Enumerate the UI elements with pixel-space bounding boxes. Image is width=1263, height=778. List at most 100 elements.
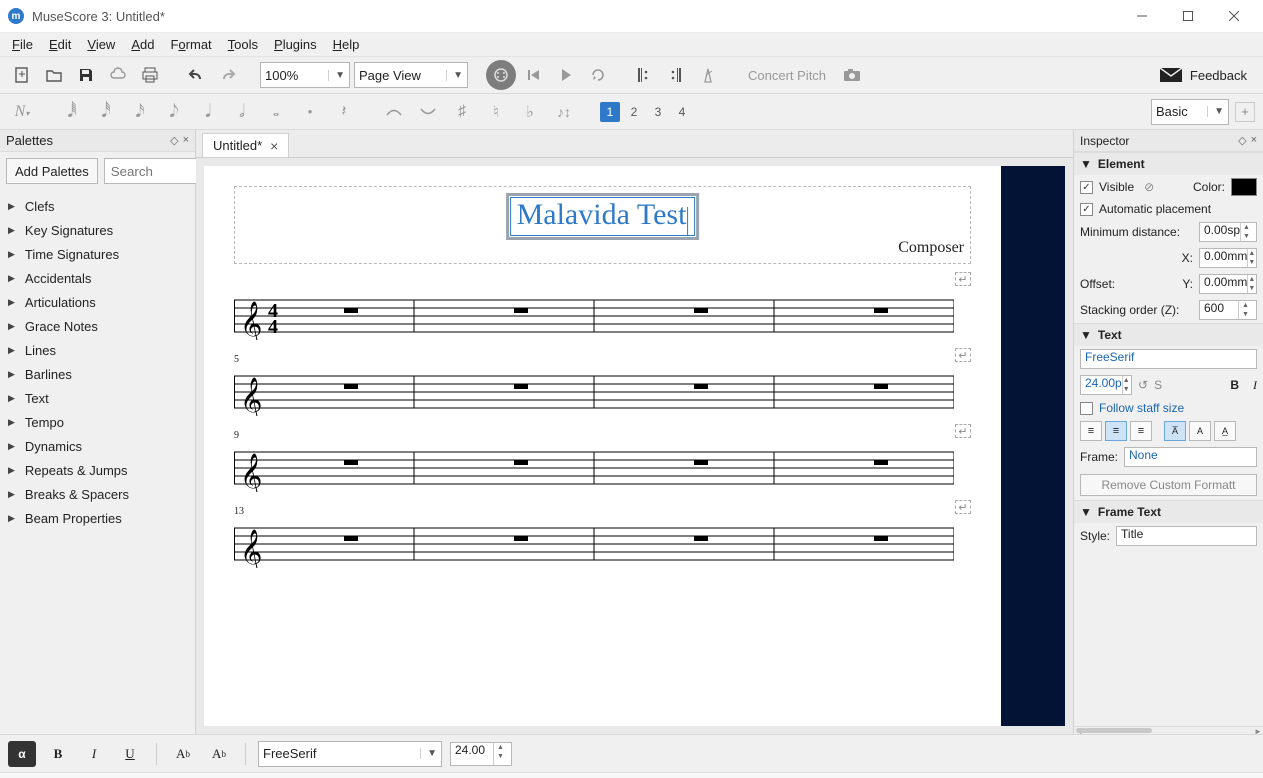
duration-64th[interactable]: 𝅘𝅥𝅱 [58,98,86,126]
new-score-button[interactable] [8,61,36,89]
system-break-icon[interactable]: ↵ [955,272,971,286]
bold-button[interactable]: B [44,741,72,767]
tie-button[interactable] [380,98,408,126]
system-break-icon[interactable]: ↵ [955,500,971,514]
metronome-button[interactable] [694,61,722,89]
close-panel-icon[interactable]: × [183,134,189,147]
concert-pitch-button[interactable]: Concert Pitch [740,68,834,83]
inspector-element-header[interactable]: ▼Element [1074,153,1263,175]
redo-button[interactable] [214,61,242,89]
system-break-icon[interactable]: ↵ [955,348,971,362]
menu-format[interactable]: Format [162,35,219,54]
frame-combo[interactable]: None [1124,447,1257,467]
palette-item[interactable]: ▶Barlines [0,362,195,386]
view-mode-combo[interactable]: Page View▼ [354,62,468,88]
reset-icon[interactable]: ⊘ [1144,180,1154,194]
offset-x-input[interactable]: 0.00mm▲▼ [1199,248,1257,268]
rest-button[interactable]: 𝄽 [330,98,358,126]
staff-system[interactable]: 5↵𝄞 [234,368,971,416]
title-edit-box[interactable]: Malavida Test [506,193,700,240]
zoom-combo[interactable]: 100%▼ [260,62,350,88]
text-size-input[interactable]: 24.00p▲▼ [1080,375,1132,395]
palette-item[interactable]: ▶Time Signatures [0,242,195,266]
min-distance-input[interactable]: 0.00sp▲▼ [1199,222,1257,242]
palette-item[interactable]: ▶Key Signatures [0,218,195,242]
add-workspace-button[interactable]: + [1235,102,1255,122]
add-palettes-button[interactable]: Add Palettes [6,158,98,184]
follow-staff-checkbox[interactable] [1080,402,1093,415]
natural-button[interactable]: ♮ [482,98,510,126]
edit-size-input[interactable]: 24.00▲▼ [450,742,512,766]
window-maximize-button[interactable] [1165,0,1211,32]
undock-icon[interactable]: ◇ [170,134,178,147]
staff-system[interactable]: 13↵𝄞 [234,520,971,568]
midi-button[interactable] [486,60,516,90]
underline-button[interactable]: U [116,741,144,767]
slur-button[interactable] [414,98,442,126]
document-tab[interactable]: Untitled* × [202,133,289,157]
palette-item[interactable]: ▶Tempo [0,410,195,434]
palette-item[interactable]: ▶Grace Notes [0,314,195,338]
repeat-start-button[interactable] [630,61,658,89]
menu-help[interactable]: Help [325,35,368,54]
align-left-button[interactable]: ≡ [1080,421,1102,441]
staff-system[interactable]: ↵𝄞44 [234,292,971,340]
palette-item[interactable]: ▶Dynamics [0,434,195,458]
palette-item[interactable]: ▶Text [0,386,195,410]
superscript-button[interactable]: Ab [205,741,233,767]
offset-y-input[interactable]: 0.00mm▲▼ [1199,274,1257,294]
palette-item[interactable]: ▶Repeats & Jumps [0,458,195,482]
italic-button[interactable]: I [1253,378,1257,393]
voice-1-button[interactable]: 1 [600,102,620,122]
save-button[interactable] [72,61,100,89]
duration-half[interactable]: 𝅗𝅥 [228,98,256,126]
staff-system[interactable]: 9↵𝄞 [234,444,971,492]
title-frame[interactable]: Malavida Test Composer [234,186,971,264]
close-tab-icon[interactable]: × [270,138,278,154]
voice-3-button[interactable]: 3 [648,102,668,122]
flip-button[interactable]: ♪↕ [550,98,578,126]
frametext-style-combo[interactable]: Title [1116,526,1257,546]
text-font-combo[interactable]: FreeSerif [1080,349,1257,369]
duration-32nd[interactable]: 𝅘𝅥𝅰 [92,98,120,126]
flat-button[interactable]: ♭ [516,98,544,126]
composer-text[interactable]: Composer [898,239,964,257]
style-s-button[interactable]: S [1154,378,1162,392]
valign-mid-button[interactable]: A [1189,421,1211,441]
remove-formatting-button[interactable]: Remove Custom Formatt [1080,474,1257,496]
close-panel-icon[interactable]: × [1251,134,1257,147]
palette-item[interactable]: ▶Beam Properties [0,506,195,530]
cloud-button[interactable] [104,61,132,89]
valign-top-button[interactable]: A̅ [1164,421,1186,441]
repeat-end-button[interactable] [662,61,690,89]
duration-16th[interactable]: 𝅘𝅥𝅯 [126,98,154,126]
open-button[interactable] [40,61,68,89]
inspector-hscrollbar[interactable]: ◄ ► [1074,726,1263,734]
voice-2-button[interactable]: 2 [624,102,644,122]
special-chars-button[interactable]: α [8,741,36,767]
inspector-text-header[interactable]: ▼Text [1074,324,1263,346]
palette-item[interactable]: ▶Lines [0,338,195,362]
stacking-input[interactable]: 600▲▼ [1199,300,1257,320]
palette-item[interactable]: ▶Clefs [0,194,195,218]
subscript-button[interactable]: Ab [169,741,197,767]
menu-tools[interactable]: Tools [220,35,266,54]
edit-font-combo[interactable]: FreeSerif▼ [258,741,442,767]
menu-plugins[interactable]: Plugins [266,35,325,54]
palette-item[interactable]: ▶Breaks & Spacers [0,482,195,506]
duration-8th[interactable]: 𝅘𝅥𝅮 [160,98,188,126]
workspace-combo[interactable]: Basic▼ [1151,99,1229,125]
system-break-icon[interactable]: ↵ [955,424,971,438]
voice-4-button[interactable]: 4 [672,102,692,122]
bold-button[interactable]: B [1230,378,1239,392]
inspector-frametext-header[interactable]: ▼Frame Text [1074,501,1263,523]
menu-file[interactable]: File [4,35,41,54]
reset-icon[interactable]: ↺ [1138,378,1148,392]
window-close-button[interactable] [1211,0,1257,32]
italic-button[interactable]: I [80,741,108,767]
menu-add[interactable]: Add [123,35,162,54]
align-center-button[interactable]: ≡ [1105,421,1127,441]
score-area[interactable]: Malavida Test Composer ↵𝄞44 5↵𝄞 9↵𝄞 13↵𝄞 [204,166,1065,726]
print-button[interactable] [136,61,164,89]
valign-base-button[interactable]: A̲ [1214,421,1236,441]
